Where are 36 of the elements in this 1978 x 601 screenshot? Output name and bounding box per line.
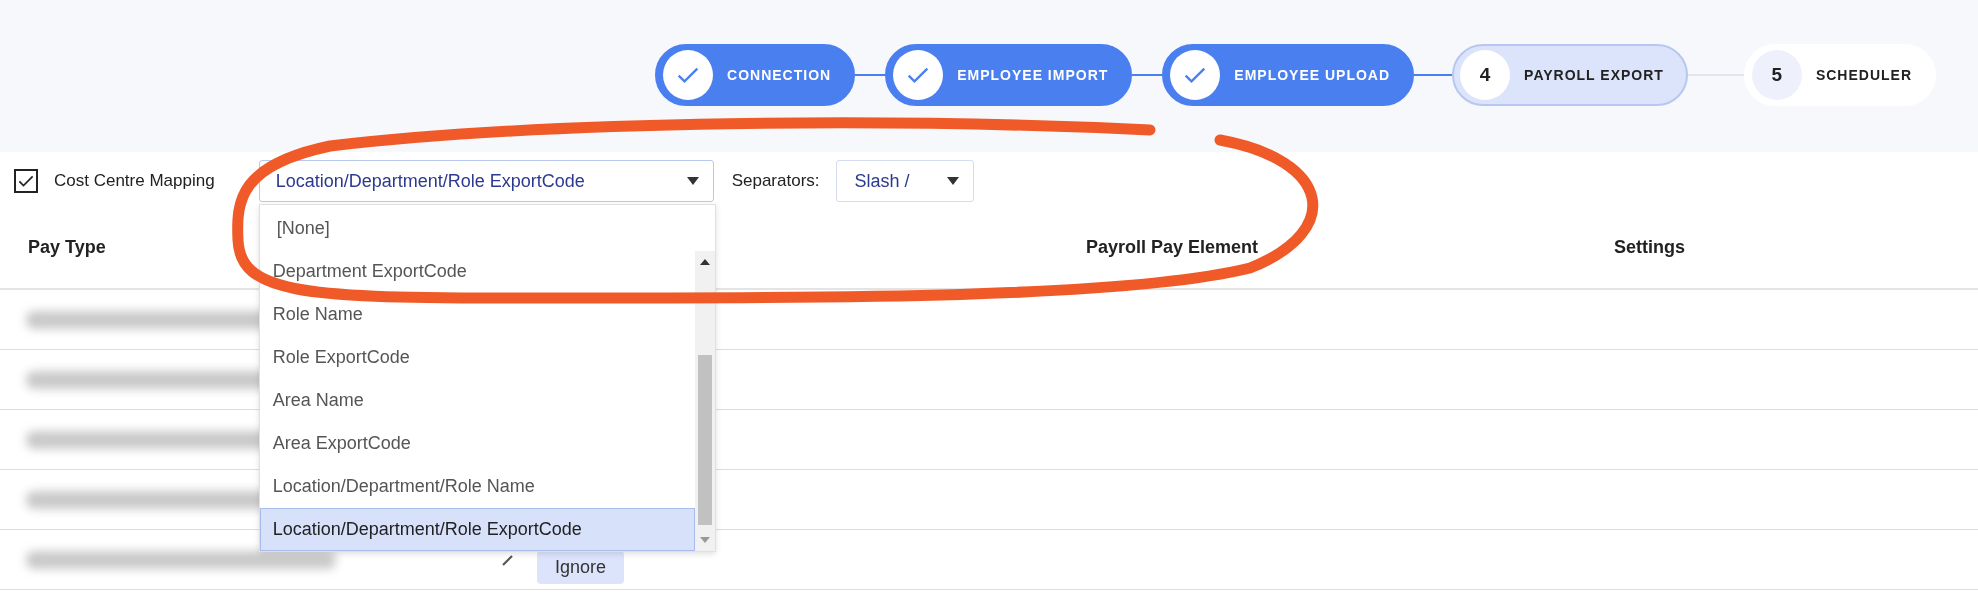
dropdown-option[interactable]: Role ExportCode (259, 336, 695, 379)
step[interactable]: EMPLOYEE UPLOAD (1162, 44, 1415, 106)
step-label: SCHEDULER (1815, 67, 1912, 83)
column-header: Payroll Pay Element (1086, 236, 1259, 258)
step-label: EMPLOYEE UPLOAD (1234, 67, 1391, 83)
mapping-select[interactable]: Location/Department/Role ExportCode (258, 160, 714, 202)
dropdown-option[interactable]: Area Name (259, 379, 695, 422)
pencil-icon[interactable] (501, 552, 515, 567)
dropdown-option[interactable]: Area ExportCode (259, 422, 695, 465)
caret-icon (686, 177, 699, 185)
column-header: Settings (1614, 236, 1685, 258)
column-header: Pay Type (28, 236, 106, 258)
checkbox-label: Cost Centre Mapping (54, 171, 215, 191)
step[interactable]: CONNECTION (655, 44, 856, 106)
step[interactable]: 5 SCHEDULER (1743, 44, 1936, 106)
step[interactable]: 4 PAYROLL EXPORT (1452, 44, 1688, 106)
step-label: EMPLOYEE IMPORT (957, 67, 1109, 83)
step-number: 4 (1479, 64, 1491, 86)
dropdown-option[interactable]: Location/Department/Role Name (259, 465, 695, 508)
separators-label: Separators: (731, 171, 820, 191)
dropdown-option[interactable]: [None] (259, 207, 695, 250)
checkbox[interactable] (14, 169, 38, 193)
step[interactable]: EMPLOYEE IMPORT (885, 44, 1133, 106)
scrollbar[interactable] (694, 251, 715, 551)
step-number: 5 (1771, 64, 1783, 86)
scroll-down-icon (699, 537, 710, 543)
scrollbar-thumb[interactable] (697, 355, 712, 525)
dropdown-option[interactable]: Role Name (259, 293, 695, 336)
scroll-up-icon (699, 259, 710, 265)
step-label: CONNECTION (727, 67, 832, 83)
separator-select[interactable]: Slash / (835, 160, 974, 202)
step-label: PAYROLL EXPORT (1524, 67, 1664, 83)
setting-tag: Ignore (537, 551, 625, 584)
caret-icon (946, 177, 959, 185)
dropdown-option[interactable]: Location/Department/Role ExportCode (259, 508, 695, 551)
dropdown-option[interactable]: Department ExportCode (259, 250, 695, 293)
